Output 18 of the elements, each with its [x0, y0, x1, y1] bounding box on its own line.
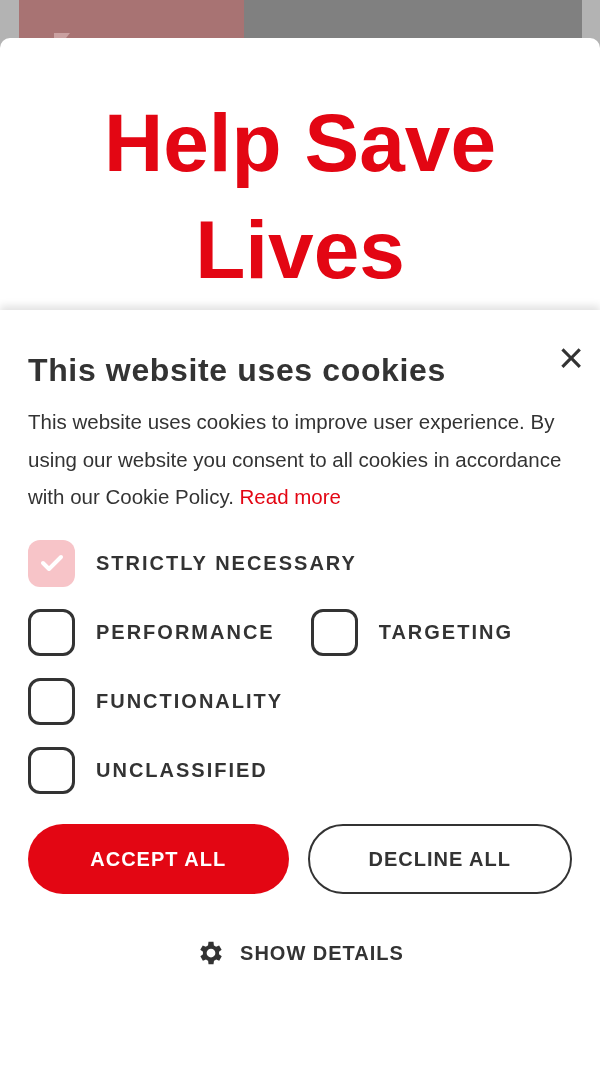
decline-button[interactable]: DECLINE ALL [307, 823, 572, 894]
option-label: STRICTLY NECESSARY [96, 551, 357, 577]
accept-button[interactable]: ACCEPT ALL [28, 823, 289, 894]
checkmark-icon [39, 554, 64, 573]
option-label: FUNCTIONALITY [96, 689, 284, 715]
checkbox[interactable] [310, 608, 358, 656]
checkbox[interactable] [28, 746, 75, 794]
show-details-button[interactable]: SHOW DETAILS [196, 937, 404, 968]
option-label: TARGETING [378, 620, 513, 646]
option-label: UNCLASSIFIED [96, 758, 268, 784]
option-label: PERFORMANCE [96, 620, 275, 646]
checkbox[interactable] [28, 677, 75, 725]
read-more-link[interactable]: Read more [239, 485, 341, 509]
close-button[interactable]: × [558, 336, 584, 380]
hero-title: Help Save Lives [103, 96, 497, 297]
cookie-title: This website uses cookies [28, 351, 446, 390]
checkbox[interactable] [28, 608, 75, 656]
cookie-description: This website uses cookies to improve user experience. By using our website you consent to all cookies in accordance with our Cookie Policy. Read more [28, 409, 563, 511]
